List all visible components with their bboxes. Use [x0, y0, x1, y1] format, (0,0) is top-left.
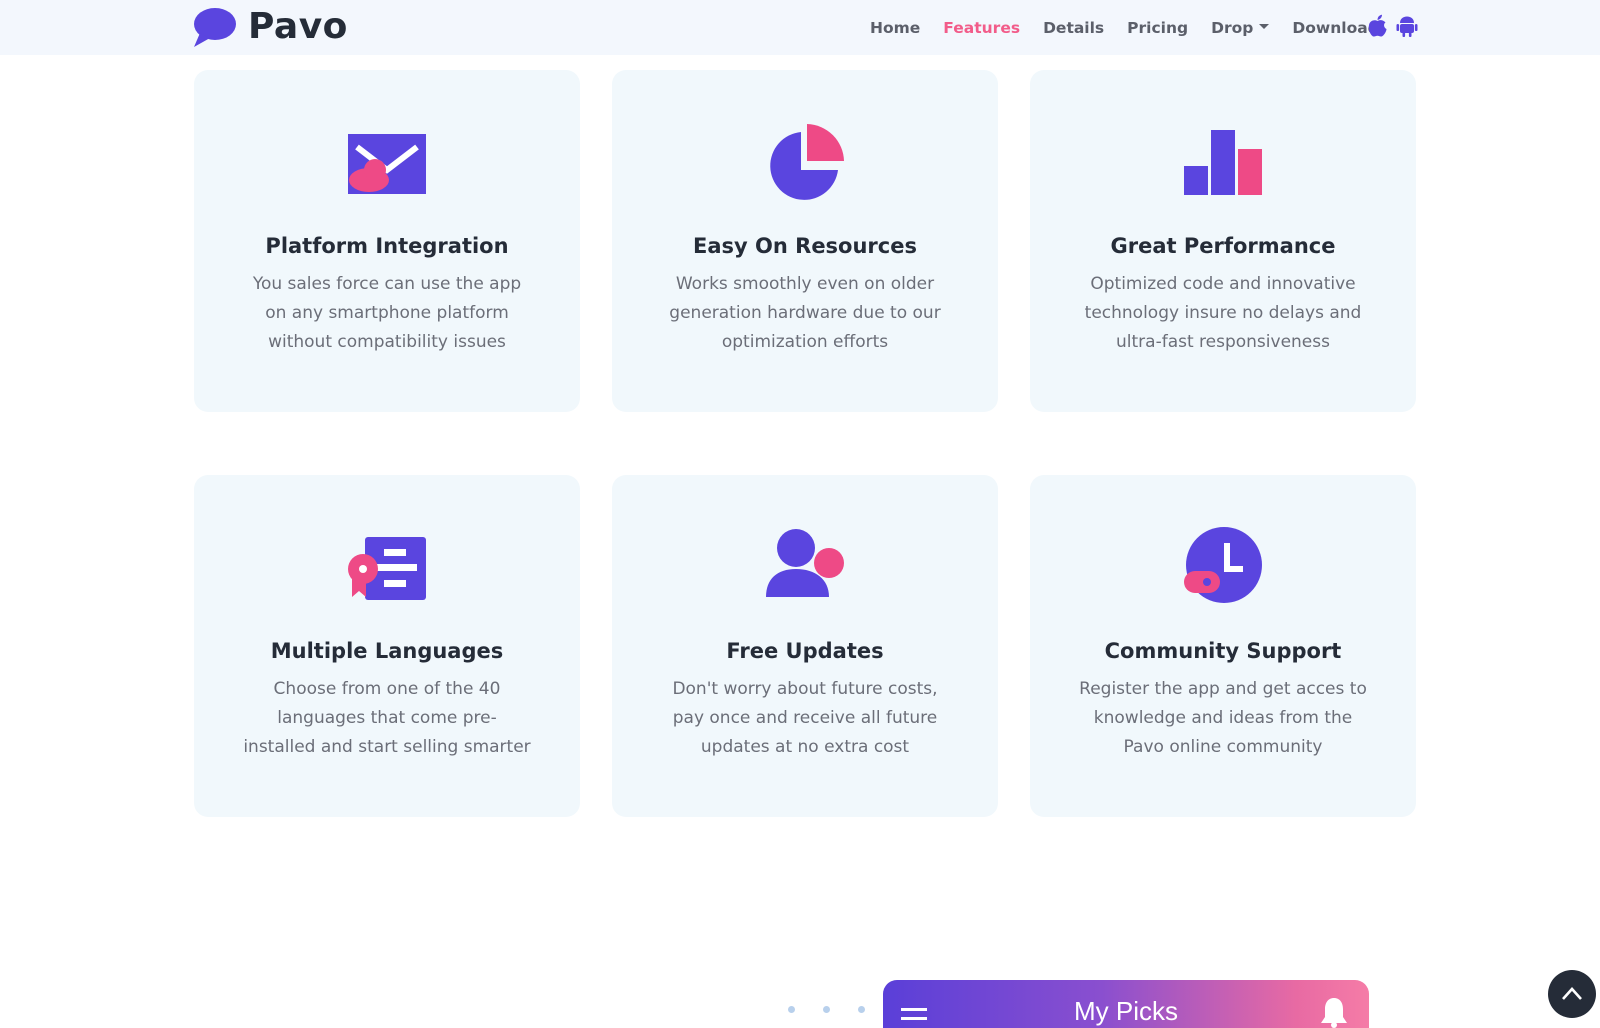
nav-item-drop-label: Drop [1211, 18, 1254, 37]
feature-title: Free Updates [726, 639, 884, 663]
nav-item-features[interactable]: Features [943, 19, 1020, 37]
pie-chart-icon [765, 122, 845, 202]
carousel-dot[interactable] [823, 1006, 830, 1013]
bell-icon [1321, 998, 1347, 1028]
feature-title: Multiple Languages [270, 639, 504, 663]
phone-app-preview: My Picks [883, 980, 1369, 1028]
feature-title: Easy On Resources [693, 234, 917, 258]
nav-item-download[interactable]: Download [1292, 19, 1378, 37]
feature-title: Platform Integration [265, 234, 509, 258]
feature-text: Don't worry about future costs, pay once… [672, 679, 938, 757]
user-icon [765, 527, 845, 607]
feature-card-multiple-languages: Multiple Languages Choose from one of th… [194, 475, 580, 817]
nav-links: Home Features Details Pricing Drop Downl… [870, 0, 1402, 55]
speech-bubble-icon [194, 8, 236, 47]
envelope-icon [347, 122, 427, 202]
feature-text: Choose from one of the 40 languages that… [243, 679, 531, 757]
scroll-to-top-button[interactable] [1548, 970, 1596, 1018]
nav-item-pricing[interactable]: Pricing [1127, 19, 1188, 37]
feature-card-free-updates: Free Updates Don't worry about future co… [612, 475, 998, 817]
feature-title: Great Performance [1110, 234, 1336, 258]
brand-name: Pavo [248, 6, 348, 47]
store-icons [1367, 14, 1418, 38]
feature-text: Works smoothly even on older generation … [669, 274, 941, 352]
caret-down-icon [1259, 23, 1270, 29]
feature-card-community-support: Community Support Register the app and g… [1030, 475, 1416, 817]
android-icon[interactable] [1396, 14, 1418, 38]
feature-text: Register the app and get acces to knowle… [1079, 679, 1367, 757]
chevron-up-icon [1562, 987, 1582, 1000]
feature-card-easy-on-resources: Easy On Resources Works smoothly even on… [612, 70, 998, 412]
carousel-dot[interactable] [858, 1006, 865, 1013]
carousel-dot[interactable] [788, 1006, 795, 1013]
clock-icon [1183, 527, 1263, 607]
feature-card-great-performance: Great Performance Optimized code and inn… [1030, 70, 1416, 412]
nav-item-drop[interactable]: Drop [1211, 18, 1270, 37]
apple-icon[interactable] [1367, 14, 1388, 38]
feature-card-platform-integration: Platform Integration You sales force can… [194, 70, 580, 412]
certificate-icon [347, 527, 427, 607]
feature-text: You sales force can use the app on any s… [252, 274, 522, 352]
feature-title: Community Support [1104, 639, 1342, 663]
carousel-dots [788, 1006, 865, 1013]
phone-app-title: My Picks [1074, 996, 1178, 1026]
feature-text: Optimized code and innovative technology… [1084, 274, 1362, 352]
bar-chart-icon [1183, 122, 1263, 202]
nav-item-details[interactable]: Details [1043, 19, 1104, 37]
top-navbar: Pavo Home Features Details Pricing Drop … [0, 0, 1600, 55]
brand[interactable]: Pavo [192, 4, 348, 50]
nav-item-home[interactable]: Home [870, 19, 920, 37]
